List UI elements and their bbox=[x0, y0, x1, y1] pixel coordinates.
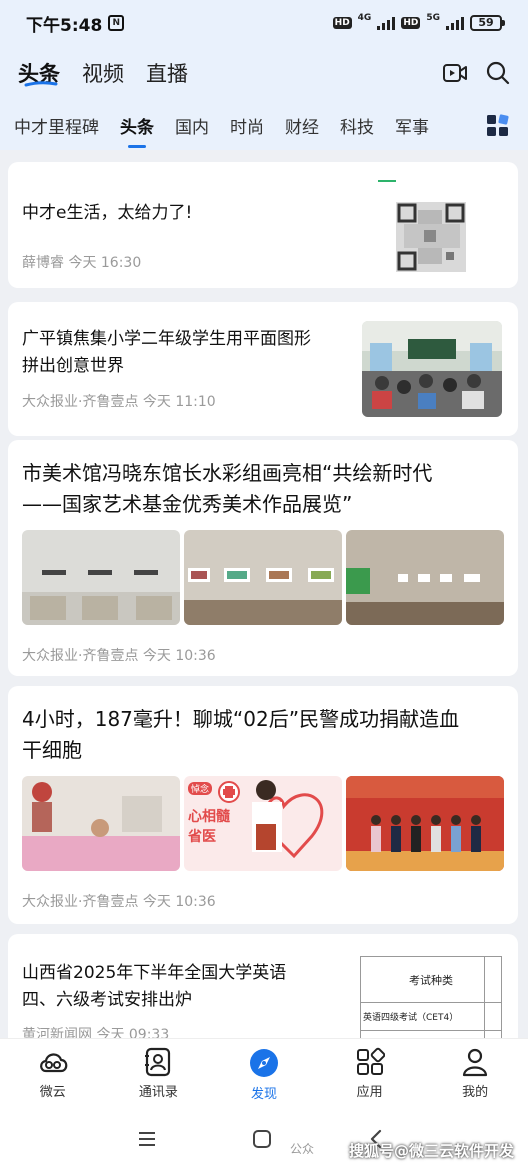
news-card[interactable]: 广平镇焦集小学二年级学生用平面图形 拼出创意世界 大众报业·齐鲁壹点 今天 11… bbox=[8, 302, 518, 436]
channel-zhongcai[interactable]: 中才里程碑 bbox=[14, 113, 99, 138]
status-indicators: HD 4G HD 5G 59 bbox=[332, 13, 505, 31]
news-meta: 大众报业·齐鲁壹点 今天 10:36 bbox=[22, 645, 216, 665]
news-title-line: 四、六级考试安排出炉 bbox=[22, 990, 192, 1010]
channel-fashion[interactable]: 时尚 bbox=[230, 113, 264, 138]
apps-icon bbox=[356, 1047, 385, 1075]
news-image bbox=[346, 530, 504, 625]
battery-icon: 59 bbox=[470, 15, 505, 31]
watermark-prefix: 公众 bbox=[290, 1142, 315, 1156]
menu-icon[interactable] bbox=[137, 1130, 157, 1148]
news-thumbnail bbox=[362, 321, 502, 417]
news-title-line: 拼出创意世界 bbox=[22, 356, 124, 376]
news-card[interactable]: 4小时，187毫升！聊城“02后”民警成功捐献造血 干细胞 悼念 心相髓 省医 … bbox=[8, 686, 518, 924]
news-image bbox=[346, 776, 504, 871]
news-title-line: 4小时，187毫升！聊城“02后”民警成功捐献造血 bbox=[22, 707, 460, 731]
channel-military[interactable]: 军事 bbox=[395, 113, 429, 138]
search-icon[interactable] bbox=[486, 61, 510, 85]
news-source: 薛博睿 bbox=[22, 255, 64, 271]
signal-icon-2 bbox=[446, 16, 464, 30]
network-type-2: 5G bbox=[426, 13, 440, 23]
news-title-line: 广平镇焦集小学二年级学生用平面图形 bbox=[22, 329, 311, 349]
status-time: 下午5:48 bbox=[26, 15, 103, 36]
news-title-line: 山西省2025年下半年全国大学英语 bbox=[22, 963, 287, 983]
news-time: 今天 11:10 bbox=[142, 394, 216, 410]
channel-finance[interactable]: 财经 bbox=[285, 113, 319, 138]
signal-icon bbox=[377, 16, 396, 30]
contacts-icon bbox=[145, 1047, 171, 1077]
news-image bbox=[184, 530, 342, 625]
news-image-row: 悼念 心相髓 省医 bbox=[22, 776, 504, 871]
news-title: 4小时，187毫升！聊城“02后”民警成功捐献造血 干细胞 bbox=[22, 704, 512, 766]
news-title-line: 干细胞 bbox=[22, 738, 82, 762]
channel-tech[interactable]: 科技 bbox=[340, 113, 374, 138]
nav-contacts[interactable]: 通讯录 bbox=[113, 1047, 203, 1100]
nav-label: 微云 bbox=[39, 1085, 66, 1100]
compass-icon bbox=[249, 1049, 278, 1077]
tab-underline-icon bbox=[24, 81, 58, 87]
header-actions bbox=[442, 61, 510, 85]
cloud-icon bbox=[39, 1053, 68, 1073]
image-text: 心相髓 bbox=[188, 809, 230, 825]
nav-apps[interactable]: 应用 bbox=[325, 1047, 415, 1100]
news-source: 大众报业·齐鲁壹点 bbox=[22, 894, 139, 910]
nav-discover[interactable]: 发现 bbox=[219, 1047, 309, 1102]
video-camera-icon[interactable] bbox=[442, 62, 468, 84]
hd-icon-2: HD bbox=[401, 17, 421, 29]
person-icon bbox=[463, 1048, 488, 1077]
nav-label: 通讯录 bbox=[138, 1085, 178, 1100]
news-title-line: ——国家艺术基金优秀美术作品展览” bbox=[22, 492, 353, 516]
channel-headlines[interactable]: 头条 bbox=[120, 113, 154, 138]
news-image bbox=[22, 530, 180, 625]
home-icon[interactable] bbox=[252, 1129, 272, 1149]
news-time: 今天 10:36 bbox=[142, 894, 216, 910]
nav-weiyun[interactable]: 微云 bbox=[8, 1047, 98, 1100]
news-meta: 薛博睿 今天 16:30 bbox=[22, 252, 141, 272]
channel-domestic[interactable]: 国内 bbox=[175, 113, 209, 138]
news-image: 悼念 心相髓 省医 bbox=[184, 776, 342, 871]
news-title: 广平镇焦集小学二年级学生用平面图形 拼出创意世界 bbox=[22, 326, 352, 380]
watermark: 搜狐号@微三云软件开发 bbox=[348, 1142, 514, 1160]
news-image-row bbox=[22, 530, 504, 625]
news-title-line: 市美术馆冯晓东馆长水彩组画亮相“共绘新时代 bbox=[22, 461, 433, 485]
nav-label: 发现 bbox=[250, 1087, 277, 1102]
news-title: 市美术馆冯晓东馆长水彩组画亮相“共绘新时代 ——国家艺术基金优秀美术作品展览” bbox=[22, 458, 512, 520]
top-header: 头条 视频 直播 bbox=[0, 46, 528, 100]
bottom-navigation: 微云 通讯录 发现 应用 我的 bbox=[0, 1038, 528, 1108]
nav-label: 应用 bbox=[356, 1085, 383, 1100]
table-row: 英语四级考试（CET4） bbox=[361, 1003, 501, 1031]
qr-code-image bbox=[396, 202, 466, 272]
news-title: 山西省2025年下半年全国大学英语 四、六级考试安排出炉 bbox=[22, 960, 352, 1014]
news-image bbox=[22, 776, 180, 871]
channel-manage-icon[interactable] bbox=[486, 114, 510, 138]
image-text: 悼念 bbox=[188, 782, 213, 795]
news-source: 大众报业·齐鲁壹点 bbox=[22, 648, 139, 664]
network-type-1: 4G bbox=[357, 13, 372, 23]
channel-tabs: 中才里程碑 头条 国内 时尚 财经 科技 军事 bbox=[0, 100, 528, 150]
table-header: 考试种类 bbox=[361, 957, 501, 1003]
news-title: 中才e生活，太给力了! bbox=[22, 203, 193, 223]
news-card[interactable]: 中才e生活，太给力了! 薛博睿 今天 16:30 bbox=[8, 162, 518, 288]
news-meta: 大众报业·齐鲁壹点 今天 10:36 bbox=[22, 891, 216, 911]
nfc-icon: N bbox=[108, 15, 125, 31]
news-time: 今天 16:30 bbox=[68, 255, 142, 271]
nav-me[interactable]: 我的 bbox=[430, 1047, 520, 1100]
status-bar: 下午5:48 N HD 4G HD 5G 59 bbox=[0, 0, 528, 46]
nav-label: 我的 bbox=[462, 1085, 489, 1100]
tab-live[interactable]: 直播 bbox=[146, 58, 188, 88]
image-text: 省医 bbox=[188, 829, 216, 845]
news-source: 大众报业·齐鲁壹点 bbox=[22, 394, 139, 410]
hd-icon: HD bbox=[332, 17, 352, 29]
news-meta: 大众报业·齐鲁壹点 今天 11:10 bbox=[22, 391, 216, 411]
decor-line bbox=[378, 180, 396, 182]
news-card[interactable]: 市美术馆冯晓东馆长水彩组画亮相“共绘新时代 ——国家艺术基金优秀美术作品展览” bbox=[8, 440, 518, 676]
tab-video[interactable]: 视频 bbox=[82, 58, 124, 88]
news-time: 今天 10:36 bbox=[142, 648, 216, 664]
